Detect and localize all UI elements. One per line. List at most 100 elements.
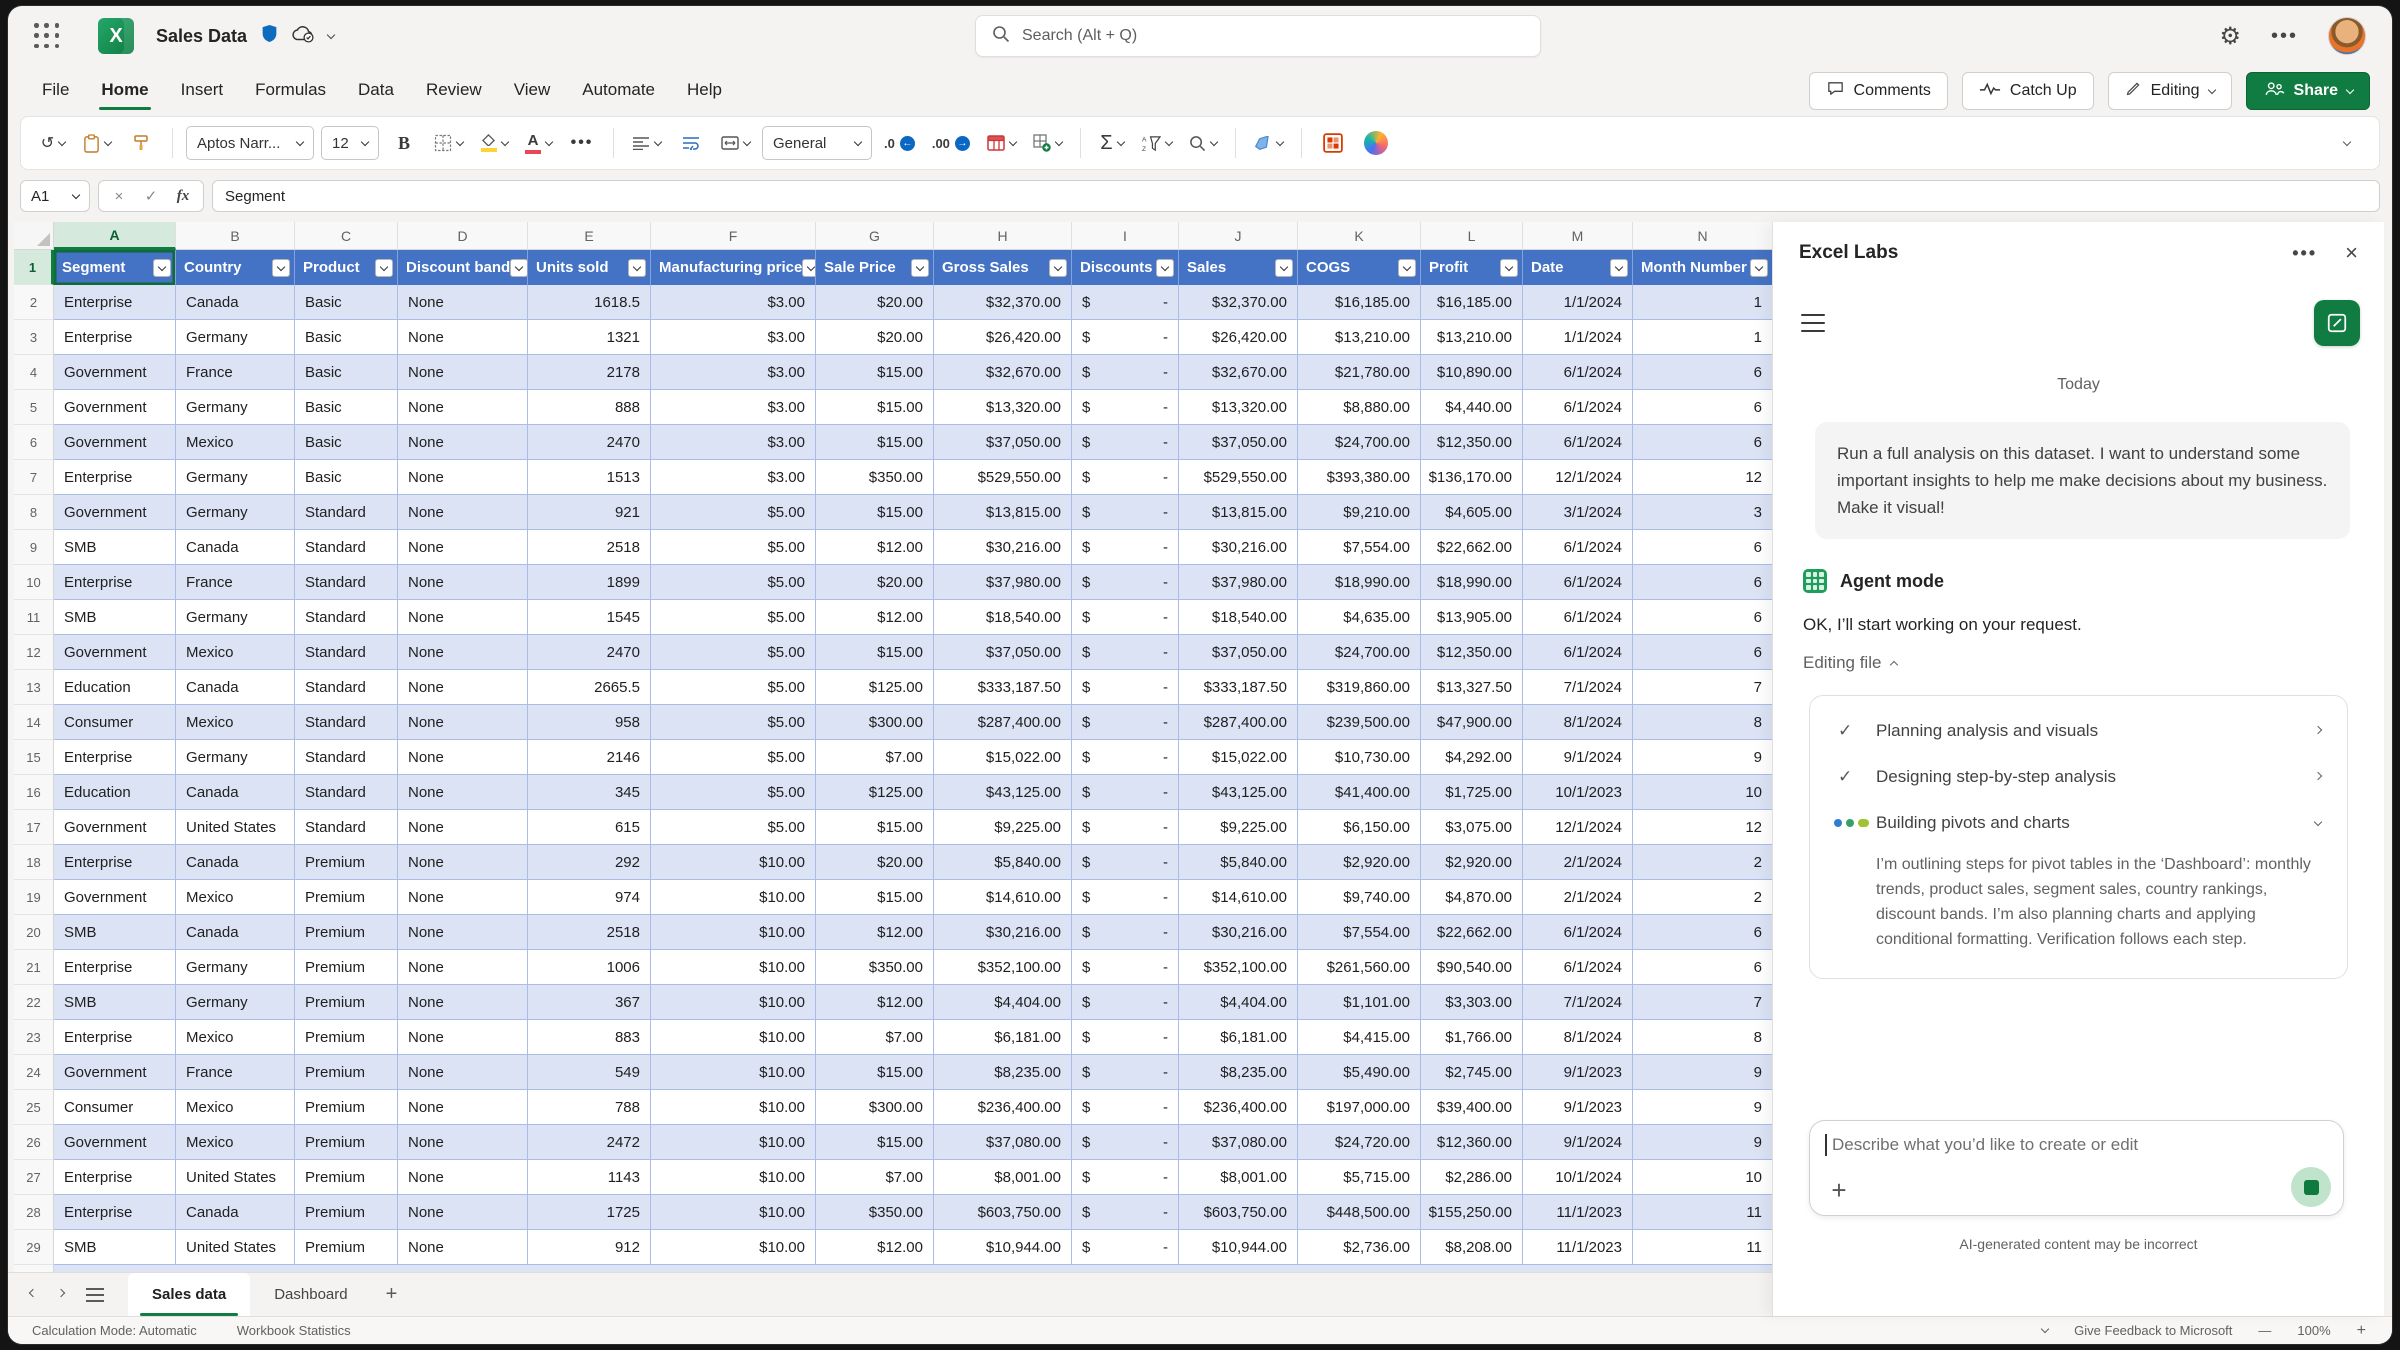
cell-C5[interactable]: Basic (295, 390, 398, 425)
cell-E17[interactable]: 615 (528, 810, 651, 845)
cell-F28[interactable]: $10.00 (651, 1195, 816, 1230)
cell-N7[interactable]: 12 (1633, 460, 1773, 495)
font-color-button[interactable]: A (520, 125, 557, 161)
cell-B6[interactable]: Mexico (176, 425, 295, 460)
cell-K8[interactable]: $9,210.00 (1298, 495, 1421, 530)
panel-more-icon[interactable]: ••• (2292, 243, 2317, 264)
cell-J17[interactable]: $9,225.00 (1179, 810, 1298, 845)
zoom-out-button[interactable]: — (2258, 1323, 2271, 1338)
cell-D28[interactable]: None (398, 1195, 528, 1230)
col-header-L[interactable]: L (1421, 222, 1523, 250)
cell-C27[interactable]: Premium (295, 1160, 398, 1195)
clear-button[interactable] (1249, 125, 1288, 161)
row-header-7[interactable]: 7 (14, 460, 54, 495)
row-header-16[interactable]: 16 (14, 775, 54, 810)
cell-M10[interactable]: 6/1/2024 (1523, 565, 1633, 600)
cell-H16[interactable]: $43,125.00 (934, 775, 1072, 810)
cell-A28[interactable]: Enterprise (54, 1195, 176, 1230)
cell-G11[interactable]: $12.00 (816, 600, 934, 635)
cell-B7[interactable]: Germany (176, 460, 295, 495)
cell-K18[interactable]: $2,920.00 (1298, 845, 1421, 880)
cell-F3[interactable]: $3.00 (651, 320, 816, 355)
cell-B27[interactable]: United States (176, 1160, 295, 1195)
cell-H18[interactable]: $5,840.00 (934, 845, 1072, 880)
insert-cells-button[interactable] (1028, 125, 1067, 161)
cell-N8[interactable]: 3 (1633, 495, 1773, 530)
cell-A15[interactable]: Enterprise (54, 740, 176, 775)
cell-N18[interactable]: 2 (1633, 845, 1773, 880)
cell-E27[interactable]: 1143 (528, 1160, 651, 1195)
cell-D10[interactable]: None (398, 565, 528, 600)
cell-I6[interactable]: $- (1072, 425, 1179, 460)
cell-F5[interactable]: $3.00 (651, 390, 816, 425)
cell-H2[interactable]: $32,370.00 (934, 285, 1072, 320)
row-header-14[interactable]: 14 (14, 705, 54, 740)
row-header-3[interactable]: 3 (14, 320, 54, 355)
editing-mode-button[interactable]: Editing (2108, 72, 2232, 110)
cell-K17[interactable]: $6,150.00 (1298, 810, 1421, 845)
cell-F2[interactable]: $3.00 (651, 285, 816, 320)
cell-I2[interactable]: $- (1072, 285, 1179, 320)
cell-K14[interactable]: $239,500.00 (1298, 705, 1421, 740)
cell-E18[interactable]: 292 (528, 845, 651, 880)
cell-H20[interactable]: $30,216.00 (934, 915, 1072, 950)
filter-button[interactable] (1610, 259, 1628, 277)
cell-E15[interactable]: 2146 (528, 740, 651, 775)
row-header-1[interactable]: 1 (14, 250, 54, 285)
cell-I14[interactable]: $- (1072, 705, 1179, 740)
cell-A4[interactable]: Government (54, 355, 176, 390)
cell-A27[interactable]: Enterprise (54, 1160, 176, 1195)
cell-E1[interactable]: Units sold (528, 250, 651, 285)
agent-step[interactable]: ✓Planning analysis and visuals (1816, 708, 2341, 754)
cell-F22[interactable]: $10.00 (651, 985, 816, 1020)
cell-E24[interactable]: 549 (528, 1055, 651, 1090)
cell-M15[interactable]: 9/1/2024 (1523, 740, 1633, 775)
undo-button[interactable]: ↺ (35, 125, 71, 161)
cell-G15[interactable]: $7.00 (816, 740, 934, 775)
cell-C18[interactable]: Premium (295, 845, 398, 880)
cell-E7[interactable]: 1513 (528, 460, 651, 495)
cell-I9[interactable]: $- (1072, 530, 1179, 565)
cell-C15[interactable]: Standard (295, 740, 398, 775)
row-header-13[interactable]: 13 (14, 670, 54, 705)
cell-C2[interactable]: Basic (295, 285, 398, 320)
cell-H19[interactable]: $14,610.00 (934, 880, 1072, 915)
cell-E8[interactable]: 921 (528, 495, 651, 530)
cell-K12[interactable]: $24,700.00 (1298, 635, 1421, 670)
editing-file-toggle[interactable]: Editing file (1803, 653, 2354, 673)
sheet-tab-sales-data[interactable]: Sales data (128, 1273, 250, 1316)
cell-N10[interactable]: 6 (1633, 565, 1773, 600)
cell-K9[interactable]: $7,554.00 (1298, 530, 1421, 565)
cell-C1[interactable]: Product (295, 250, 398, 285)
cell-E14[interactable]: 958 (528, 705, 651, 740)
cell-K23[interactable]: $4,415.00 (1298, 1020, 1421, 1055)
cell-N28[interactable]: 11 (1633, 1195, 1773, 1230)
cell-L3[interactable]: $13,210.00 (1421, 320, 1523, 355)
cell-M11[interactable]: 6/1/2024 (1523, 600, 1633, 635)
cell-D24[interactable]: None (398, 1055, 528, 1090)
cell-D23[interactable]: None (398, 1020, 528, 1055)
cell-M16[interactable]: 10/1/2023 (1523, 775, 1633, 810)
cell-G29[interactable]: $12.00 (816, 1230, 934, 1265)
attach-plus-button[interactable]: + (1824, 1175, 1854, 1205)
cell-E28[interactable]: 1725 (528, 1195, 651, 1230)
cell-D26[interactable]: None (398, 1125, 528, 1160)
cell-F19[interactable]: $10.00 (651, 880, 816, 915)
cell-M1[interactable]: Date (1523, 250, 1633, 285)
comments-button[interactable]: Comments (1809, 72, 1948, 110)
catch-up-button[interactable]: Catch Up (1962, 72, 2094, 110)
calc-mode-status[interactable]: Calculation Mode: Automatic (32, 1323, 197, 1338)
row-header-15[interactable]: 15 (14, 740, 54, 775)
cell-K3[interactable]: $13,210.00 (1298, 320, 1421, 355)
cell-L14[interactable]: $47,900.00 (1421, 705, 1523, 740)
next-sheet-icon[interactable] (57, 1289, 65, 1297)
cell-I13[interactable]: $- (1072, 670, 1179, 705)
cell-A2[interactable]: Enterprise (54, 285, 176, 320)
cell-M25[interactable]: 9/1/2023 (1523, 1090, 1633, 1125)
cell-E9[interactable]: 2518 (528, 530, 651, 565)
cell-K26[interactable]: $24,720.00 (1298, 1125, 1421, 1160)
cell-H6[interactable]: $37,050.00 (934, 425, 1072, 460)
cell-M5[interactable]: 6/1/2024 (1523, 390, 1633, 425)
cell-B12[interactable]: Mexico (176, 635, 295, 670)
cell-E22[interactable]: 367 (528, 985, 651, 1020)
